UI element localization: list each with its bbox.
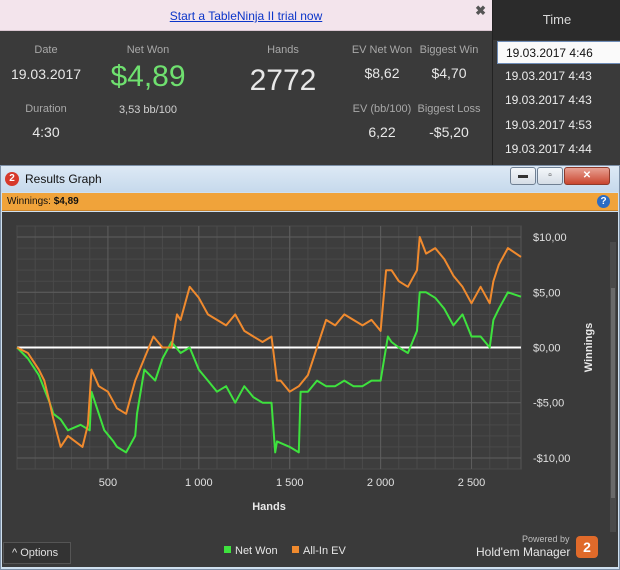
time-row[interactable]: 19.03.2017 4:46 (497, 41, 620, 64)
duration-value: 4:30 (32, 124, 60, 140)
session-summary: Start a TableNinja II trial now ✖ Date 1… (0, 0, 492, 165)
net-won-value: $4,89 (110, 60, 186, 93)
legend-all-in-ev-label: All-In EV (303, 545, 346, 557)
net-won-label: Net Won (126, 44, 170, 56)
hm2-logo-icon: 2 (5, 172, 19, 186)
time-row[interactable]: 19.03.2017 4:44 (497, 138, 620, 161)
trial-banner: Start a TableNinja II trial now ✖ (0, 0, 492, 31)
legend-swatch-all-in-ev (292, 546, 299, 553)
x-tick-label: 1 000 (185, 477, 213, 489)
date-label: Date (34, 44, 58, 56)
maximize-icon[interactable]: ▫ (537, 167, 563, 185)
options-button[interactable]: ^ Options (3, 542, 71, 564)
duration-label: Duration (25, 103, 67, 115)
time-row[interactable]: 19.03.2017 4:43 (497, 65, 620, 88)
hands-value: 2772 (249, 64, 317, 97)
time-row[interactable]: 19.03.2017 4:43 (497, 89, 620, 112)
powered-by-label: Powered by (522, 534, 570, 544)
winnings-bar: Winnings: $4,89 ? (2, 193, 618, 211)
minimize-icon[interactable]: ▬ (510, 167, 536, 185)
time-row[interactable]: 19.03.2017 4:53 (497, 114, 620, 137)
y-tick-label: -$5,00 (533, 398, 564, 410)
holdem-manager-brand: Hold'em Manager (476, 545, 571, 559)
date-value: 19.03.2017 (10, 66, 82, 82)
x-axis-title: Hands (252, 501, 286, 513)
y-tick-label: -$10,00 (533, 453, 570, 465)
y-tick-label: $0,00 (533, 343, 561, 355)
trial-link[interactable]: Start a TableNinja II trial now (0, 9, 492, 23)
session-time-list: Time 19.03.2017 4:46 19.03.2017 4:43 19.… (492, 0, 620, 165)
window-titlebar[interactable]: 2 Results Graph ▬ ▫ ✕ (1, 166, 619, 192)
help-icon[interactable]: ? (597, 195, 610, 208)
graph-area: 500 1 000 1 500 2 000 2 500 $10,00 $5,00 $0,00 -… (2, 212, 618, 567)
results-graph-window: 2 Results Graph ▬ ▫ ✕ Winnings: $4,89 ? … (0, 165, 620, 570)
x-tick-label: 2 000 (367, 477, 395, 489)
x-tick-label: 2 500 (458, 477, 486, 489)
y-tick-label: $5,00 (533, 287, 561, 299)
scrollbar-thumb[interactable] (611, 288, 615, 498)
legend-all-in-ev[interactable]: All-In EV (292, 545, 346, 557)
biggest-loss-value: -$5,20 (429, 124, 469, 140)
biggest-win-label: Biggest Win (419, 44, 479, 56)
hm2-brand-logo-icon: 2 (576, 536, 598, 558)
winnings-value: $4,89 (53, 196, 79, 207)
close-icon[interactable]: ✕ (564, 167, 610, 185)
x-tick-label: 500 (99, 477, 117, 489)
time-column-header[interactable]: Time (493, 0, 620, 40)
y-tick-label: $10,00 (533, 232, 567, 244)
x-tick-label: 1 500 (276, 477, 304, 489)
banner-close-icon[interactable]: ✖ (475, 3, 486, 19)
biggest-win-value: $4,70 (431, 65, 467, 81)
winnings-label: Winnings: $4,89 (7, 196, 79, 207)
legend-net-won[interactable]: Net Won (224, 545, 278, 557)
winnings-label-text: Winnings: (7, 196, 51, 207)
bb-per-100-value: 3,53 bb/100 (118, 104, 178, 116)
y-axis-title: Winnings (583, 323, 595, 372)
legend-swatch-net-won (224, 546, 231, 553)
vertical-scrollbar[interactable] (610, 242, 616, 532)
biggest-loss-label: Biggest Loss (417, 103, 481, 115)
hands-label: Hands (267, 44, 299, 56)
results-chart: 500 1 000 1 500 2 000 2 500 $10,00 $5,00 $0,00 -… (16, 225, 595, 513)
legend-net-won-label: Net Won (235, 545, 278, 557)
window-title: Results Graph (25, 172, 102, 186)
